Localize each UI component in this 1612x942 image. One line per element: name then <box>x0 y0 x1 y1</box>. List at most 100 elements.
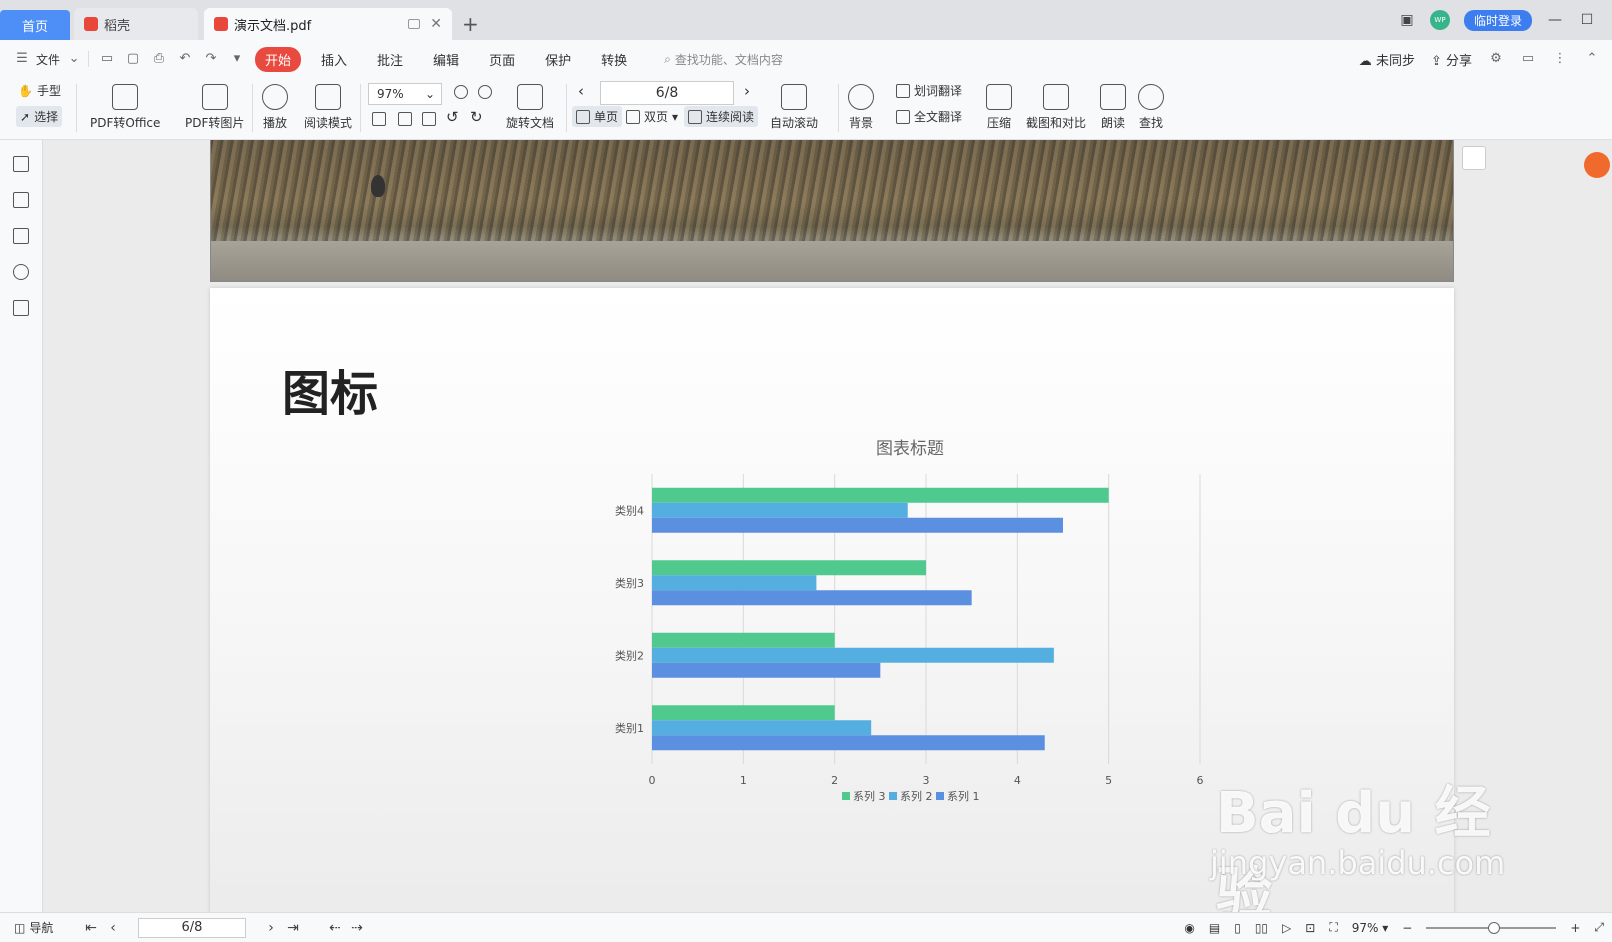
tab-annotate[interactable]: 批注 <box>362 47 418 72</box>
customize-dropdown-icon[interactable]: ▾ <box>229 51 245 67</box>
save-icon[interactable]: ▢ <box>125 51 141 67</box>
hand-tool[interactable]: ✋ 手型 <box>18 82 61 99</box>
minimize-icon[interactable]: — <box>1546 12 1564 28</box>
file-menu[interactable]: ☰ 文件 ⌄ <box>0 51 84 68</box>
thumbnail-icon[interactable] <box>13 192 29 208</box>
single-page-button[interactable]: 单页 <box>572 106 623 127</box>
image-tool-icon[interactable] <box>1462 146 1486 170</box>
tab-start[interactable]: 开始 <box>255 46 302 72</box>
fullscreen-icon[interactable]: ⤢ <box>1594 920 1604 935</box>
collapse-ribbon-icon[interactable]: ⌃ <box>1584 51 1600 67</box>
status-zoom[interactable]: 97% ▾ <box>1352 921 1389 935</box>
message-icon[interactable]: ▭ <box>1520 51 1536 67</box>
zoom-select[interactable]: 97% ⌄ <box>368 83 442 105</box>
assistant-icon[interactable] <box>1584 152 1610 178</box>
page-number-input[interactable]: 6/8 <box>600 81 734 105</box>
single-view-icon[interactable]: ▯ <box>1234 921 1241 935</box>
play-icon[interactable]: ▷ <box>1282 921 1291 935</box>
back-icon[interactable]: ⇠ <box>324 920 346 936</box>
play-button[interactable]: 播放 <box>262 84 288 131</box>
x-tick-label: 1 <box>740 774 747 787</box>
bookmark-icon[interactable] <box>13 156 29 172</box>
document-viewport[interactable]: 图标 图表标题 0 1 2 3 4 5 6 类别1 类别2 类别3 类别4 系列 3 系列 2 系列 1 B… <box>44 140 1612 912</box>
share-button[interactable]: ⇪ 分享 <box>1431 50 1472 69</box>
curb-area <box>211 240 1453 281</box>
layout-icon[interactable]: ▣ <box>1398 12 1416 28</box>
continuous-read-button[interactable]: 连续阅读 <box>684 106 759 127</box>
first-page-icon[interactable]: ⇤ <box>80 920 102 936</box>
chart-title: 图表标题 <box>876 439 944 459</box>
tab-document[interactable]: 演示文档.pdf ✕ <box>204 8 452 40</box>
rotate-left-icon[interactable]: ↺ <box>446 108 459 126</box>
zoom-in-icon[interactable] <box>478 85 492 99</box>
screenshot-compare-button[interactable]: 截图和对比 <box>1026 84 1086 131</box>
pdf-to-office-icon <box>112 84 139 110</box>
menu-right-actions: ☁ 未同步 ⇪ 分享 ⚙ ▭ ⋮ ⌃ <box>1359 50 1600 69</box>
sync-button[interactable]: ☁ 未同步 <box>1359 50 1415 69</box>
undo-icon[interactable]: ↶ <box>177 51 193 67</box>
full-translate-button[interactable]: 全文翻译 <box>896 108 962 125</box>
tab-protect[interactable]: 保护 <box>530 47 586 72</box>
tab-page[interactable]: 页面 <box>474 47 530 72</box>
new-tab-button[interactable]: + <box>462 12 479 36</box>
single-page-icon <box>576 109 590 124</box>
zoom-in-icon[interactable]: + <box>1570 921 1580 935</box>
tab-insert[interactable]: 插入 <box>306 47 362 72</box>
compress-button[interactable]: 压缩 <box>986 84 1012 131</box>
forward-icon[interactable]: ⇢ <box>346 920 368 936</box>
avatar[interactable]: WP <box>1429 10 1450 30</box>
tab-convert[interactable]: 转换 <box>586 47 642 72</box>
fit-page-icon[interactable] <box>398 112 412 126</box>
login-button[interactable]: 临时登录 <box>1463 9 1532 31</box>
navigation-toggle[interactable]: ◫ 导航 <box>0 919 80 936</box>
open-folder-icon[interactable]: ▭ <box>99 51 115 67</box>
zoom-slider[interactable] <box>1426 921 1557 934</box>
attachment-icon[interactable] <box>13 264 29 280</box>
continuous-view-icon[interactable]: ▤ <box>1209 921 1220 935</box>
signature-icon[interactable] <box>13 300 29 316</box>
prev-page-icon[interactable]: ‹ <box>102 920 124 936</box>
pdf-to-office-button[interactable]: PDF转Office <box>90 84 160 131</box>
pdf-to-image-button[interactable]: PDF转图片 <box>185 84 244 131</box>
comment-icon[interactable] <box>13 228 29 244</box>
eye-icon[interactable]: ◉ <box>1184 921 1194 935</box>
find-button[interactable]: 查找 <box>1138 84 1164 131</box>
rotate-right-icon[interactable]: ↻ <box>470 108 483 126</box>
double-page-button[interactable]: 双页 ▾ <box>626 108 678 125</box>
actual-size-icon[interactable] <box>372 112 386 126</box>
feature-search[interactable]: ⌕ 查找功能、文档内容 <box>664 51 783 68</box>
fit-icon[interactable]: ⛶ <box>1329 920 1337 935</box>
ribbon-tabs: 开始 插入 批注 编辑 页面 保护 转换 <box>255 46 642 72</box>
status-page-input[interactable]: 6/8 <box>138 917 246 938</box>
search-placeholder: 查找功能、文档内容 <box>674 52 783 67</box>
zoom-out-icon[interactable] <box>454 85 468 99</box>
read-mode-button[interactable]: 阅读模式 <box>304 84 352 131</box>
select-tool[interactable]: ➚ 选择 <box>16 106 63 127</box>
close-icon[interactable]: ✕ <box>430 16 442 32</box>
play-label: 播放 <box>262 116 287 130</box>
word-translate-button[interactable]: 划词翻译 <box>896 82 962 99</box>
prev-page-icon[interactable]: ‹ <box>578 82 584 100</box>
next-page-icon[interactable]: › <box>744 82 750 100</box>
tab-daoke[interactable]: 稻壳 <box>74 8 198 40</box>
tab-bar: 首页 稻壳 演示文档.pdf ✕ + ▣ WP 临时登录 — ☐ <box>0 0 1612 40</box>
last-page-icon[interactable]: ⇥ <box>282 920 304 936</box>
zoom-slider-knob[interactable] <box>1488 921 1501 934</box>
actual-size-icon[interactable]: ⊡ <box>1305 921 1315 935</box>
zoom-out-icon[interactable]: − <box>1402 921 1412 935</box>
maximize-icon[interactable]: ☐ <box>1578 12 1596 28</box>
redo-icon[interactable]: ↷ <box>203 51 219 67</box>
next-page-icon[interactable]: › <box>260 920 282 936</box>
print-icon[interactable]: ⎙ <box>151 51 167 67</box>
tab-edit[interactable]: 编辑 <box>418 47 474 72</box>
fit-width-icon[interactable] <box>422 112 436 126</box>
read-aloud-button[interactable]: 朗读 <box>1100 84 1126 131</box>
tab-home[interactable]: 首页 <box>0 10 70 40</box>
rotate-doc-button[interactable]: 旋转文档 <box>506 84 554 131</box>
background-button[interactable]: 背景 <box>848 84 874 131</box>
auto-scroll-button[interactable]: 自动滚动 <box>770 84 818 131</box>
window-pin-icon[interactable] <box>408 19 420 29</box>
more-icon[interactable]: ⋮ <box>1552 51 1568 67</box>
settings-icon[interactable]: ⚙ <box>1488 51 1504 67</box>
double-view-icon[interactable]: ▯▯ <box>1255 921 1268 935</box>
